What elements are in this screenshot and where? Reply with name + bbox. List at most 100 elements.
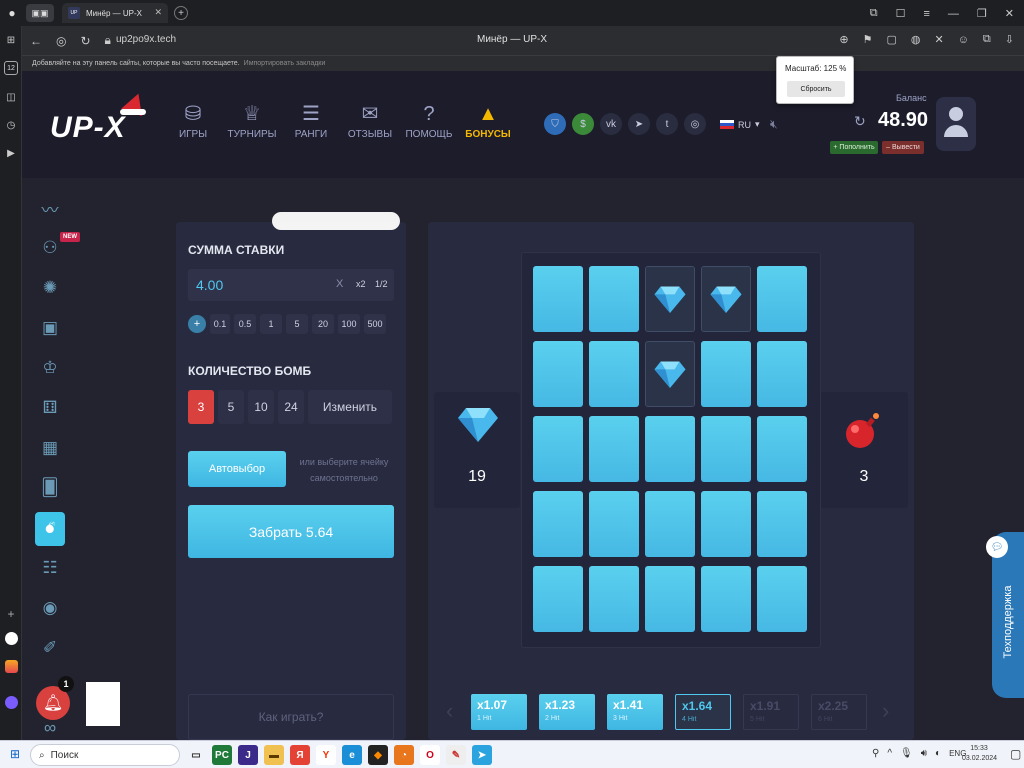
roulette-game-icon[interactable]: ◉ xyxy=(36,594,64,622)
withdraw-button[interactable]: – Вывести xyxy=(882,141,924,154)
grid-cell[interactable] xyxy=(533,566,583,632)
play-icon[interactable]: ▶ xyxy=(5,147,17,159)
bombs-3-button[interactable]: 3 xyxy=(188,390,214,424)
wheel-game-icon[interactable]: ✺ xyxy=(36,274,64,302)
language-select[interactable]: RU ▾ xyxy=(720,119,760,130)
grid-cell[interactable] xyxy=(701,416,751,482)
shield-badge-icon[interactable]: ⛉ xyxy=(544,113,566,135)
extensions-icon[interactable]: ⧉ xyxy=(983,33,991,46)
instagram-icon[interactable]: ◎ xyxy=(684,113,706,135)
crown-game-icon[interactable]: ♔ xyxy=(36,354,64,382)
deposit-button[interactable]: + Пополнить xyxy=(830,141,878,154)
tower-game-icon[interactable]: ☷ xyxy=(36,554,64,582)
grid-cell[interactable] xyxy=(757,341,807,407)
collections-icon[interactable]: ⊞ xyxy=(5,34,17,46)
grid-cell[interactable] xyxy=(533,416,583,482)
grid-cell[interactable] xyxy=(589,266,639,332)
extension-x-icon[interactable]: ✕ xyxy=(934,33,943,46)
close-window-icon[interactable]: ✕ xyxy=(1005,7,1014,20)
task-view-icon[interactable]: ▭ xyxy=(186,745,206,765)
app-icon-3[interactable]: ◆ xyxy=(368,745,388,765)
mic-icon[interactable]: 🎙︎ xyxy=(900,748,913,759)
pycharm-icon[interactable]: PC xyxy=(212,745,232,765)
profile-icon[interactable]: ● xyxy=(4,5,20,21)
windows-start-icon[interactable]: ⊞ xyxy=(8,747,22,761)
mines-game-icon[interactable]: 💣︎ xyxy=(35,512,65,546)
nav-help[interactable]: ? ПОМОЩЬ xyxy=(404,99,454,140)
grid-cell[interactable] xyxy=(701,566,751,632)
crash-game-icon[interactable]: 〰 xyxy=(36,194,64,222)
how-to-play-button[interactable]: Как играть? xyxy=(188,694,394,740)
cards-game-icon[interactable]: 🂠 xyxy=(36,474,64,502)
quick-bet-5[interactable]: 5 xyxy=(286,314,308,334)
grid-cell[interactable] xyxy=(757,266,807,332)
grid-cell[interactable] xyxy=(757,566,807,632)
mute-icon[interactable]: 🔇︎ xyxy=(770,117,778,132)
close-tab-icon[interactable]: ✕ xyxy=(154,7,162,18)
jetbrains-icon[interactable]: J xyxy=(238,745,258,765)
vk-icon[interactable]: vk xyxy=(600,113,622,135)
nav-games[interactable]: ⛁ ИГРЫ xyxy=(168,99,218,140)
maximize-icon[interactable]: ❐ xyxy=(977,7,987,20)
case-game-icon[interactable]: ▣ xyxy=(36,314,64,342)
double-bet-button[interactable]: x2 xyxy=(356,279,366,289)
auto-select-button[interactable]: Автовыбор xyxy=(188,451,286,487)
dollar-icon[interactable]: $ xyxy=(572,113,594,135)
grid-cell[interactable] xyxy=(589,491,639,557)
grid-cell[interactable] xyxy=(533,266,583,332)
bombs-10-button[interactable]: 10 xyxy=(248,390,274,424)
change-bombs-button[interactable]: Изменить xyxy=(308,390,392,424)
grid-cell[interactable] xyxy=(533,491,583,557)
edge-icon[interactable]: e xyxy=(342,745,362,765)
grid-cell[interactable] xyxy=(533,341,583,407)
download-icon[interactable]: ⇩ xyxy=(1005,33,1014,46)
firefox-icon[interactable]: ◔ xyxy=(394,745,414,765)
volume-icon[interactable]: 🔊︎ xyxy=(921,748,927,759)
refresh-balance-icon[interactable]: ↻ xyxy=(854,113,866,130)
globe-icon[interactable]: ◍ xyxy=(911,33,921,46)
clock[interactable]: 15:33 03.02.2024 xyxy=(962,744,997,764)
nav-reviews[interactable]: ✉ ОТЗЫВЫ xyxy=(345,99,395,140)
folder-icon[interactable]: ▬ xyxy=(264,745,284,765)
bet-input[interactable] xyxy=(188,269,328,301)
quick-bet-500[interactable]: 500 xyxy=(364,314,386,334)
bookmarks-icon[interactable]: ☐ xyxy=(896,7,906,20)
app-icon-1[interactable] xyxy=(5,632,18,645)
avatar[interactable] xyxy=(936,97,976,151)
clear-bet-button[interactable]: X xyxy=(336,278,343,290)
quick-bet-0.1[interactable]: 0.1 xyxy=(210,314,230,334)
nav-ranks[interactable]: ☰ РАНГИ xyxy=(286,99,336,140)
grid-cell[interactable] xyxy=(757,416,807,482)
grid-cell[interactable] xyxy=(589,416,639,482)
yandex-icon[interactable]: Я xyxy=(290,745,310,765)
telegram-task-icon[interactable]: ➤ xyxy=(472,745,492,765)
sidebar-badge[interactable]: 12 xyxy=(4,61,18,75)
network-icon[interactable]: ◐ xyxy=(935,748,941,759)
half-bet-button[interactable]: 1/2 xyxy=(375,279,388,289)
dice-game-icon[interactable]: ⚅ xyxy=(36,394,64,422)
import-bookmarks-link[interactable]: Импортировать закладки xyxy=(244,60,326,67)
cashout-button[interactable]: Забрать 5.64 xyxy=(188,505,394,558)
chevron-up-icon[interactable]: ^ xyxy=(887,748,892,759)
quick-bet-20[interactable]: 20 xyxy=(312,314,334,334)
prev-arrow-icon[interactable]: ‹ xyxy=(446,698,453,724)
opera-icon[interactable]: O xyxy=(420,745,440,765)
tab-search-icon[interactable]: ⧉ xyxy=(870,7,878,20)
grid-cell[interactable] xyxy=(701,491,751,557)
tab-active[interactable]: UP Минёр — UP-X ✕ xyxy=(62,3,168,23)
notifications-button[interactable]: 🔔︎ 1 xyxy=(36,676,74,720)
history-icon[interactable]: ◷ xyxy=(5,119,17,131)
taskbar-search[interactable]: ⌕ Поиск xyxy=(30,744,180,766)
grid-cell[interactable] xyxy=(645,416,695,482)
minimize-icon[interactable]: — xyxy=(948,8,959,20)
nav-tournaments[interactable]: ♕ ТУРНИРЫ xyxy=(227,99,277,140)
zoom-reset-button[interactable]: Сбросить xyxy=(787,81,845,97)
menu-icon[interactable]: ≡ xyxy=(923,8,929,20)
extension-face-icon[interactable]: ☺ xyxy=(958,34,969,46)
bombs-24-button[interactable]: 24 xyxy=(278,390,304,424)
telegram-icon[interactable]: ➤ xyxy=(628,113,650,135)
screenshot-icon[interactable]: ◫ xyxy=(5,91,17,103)
add-sidebar-icon[interactable]: + xyxy=(5,607,17,621)
app-icon-2[interactable] xyxy=(5,660,18,673)
grid-cell[interactable] xyxy=(645,491,695,557)
